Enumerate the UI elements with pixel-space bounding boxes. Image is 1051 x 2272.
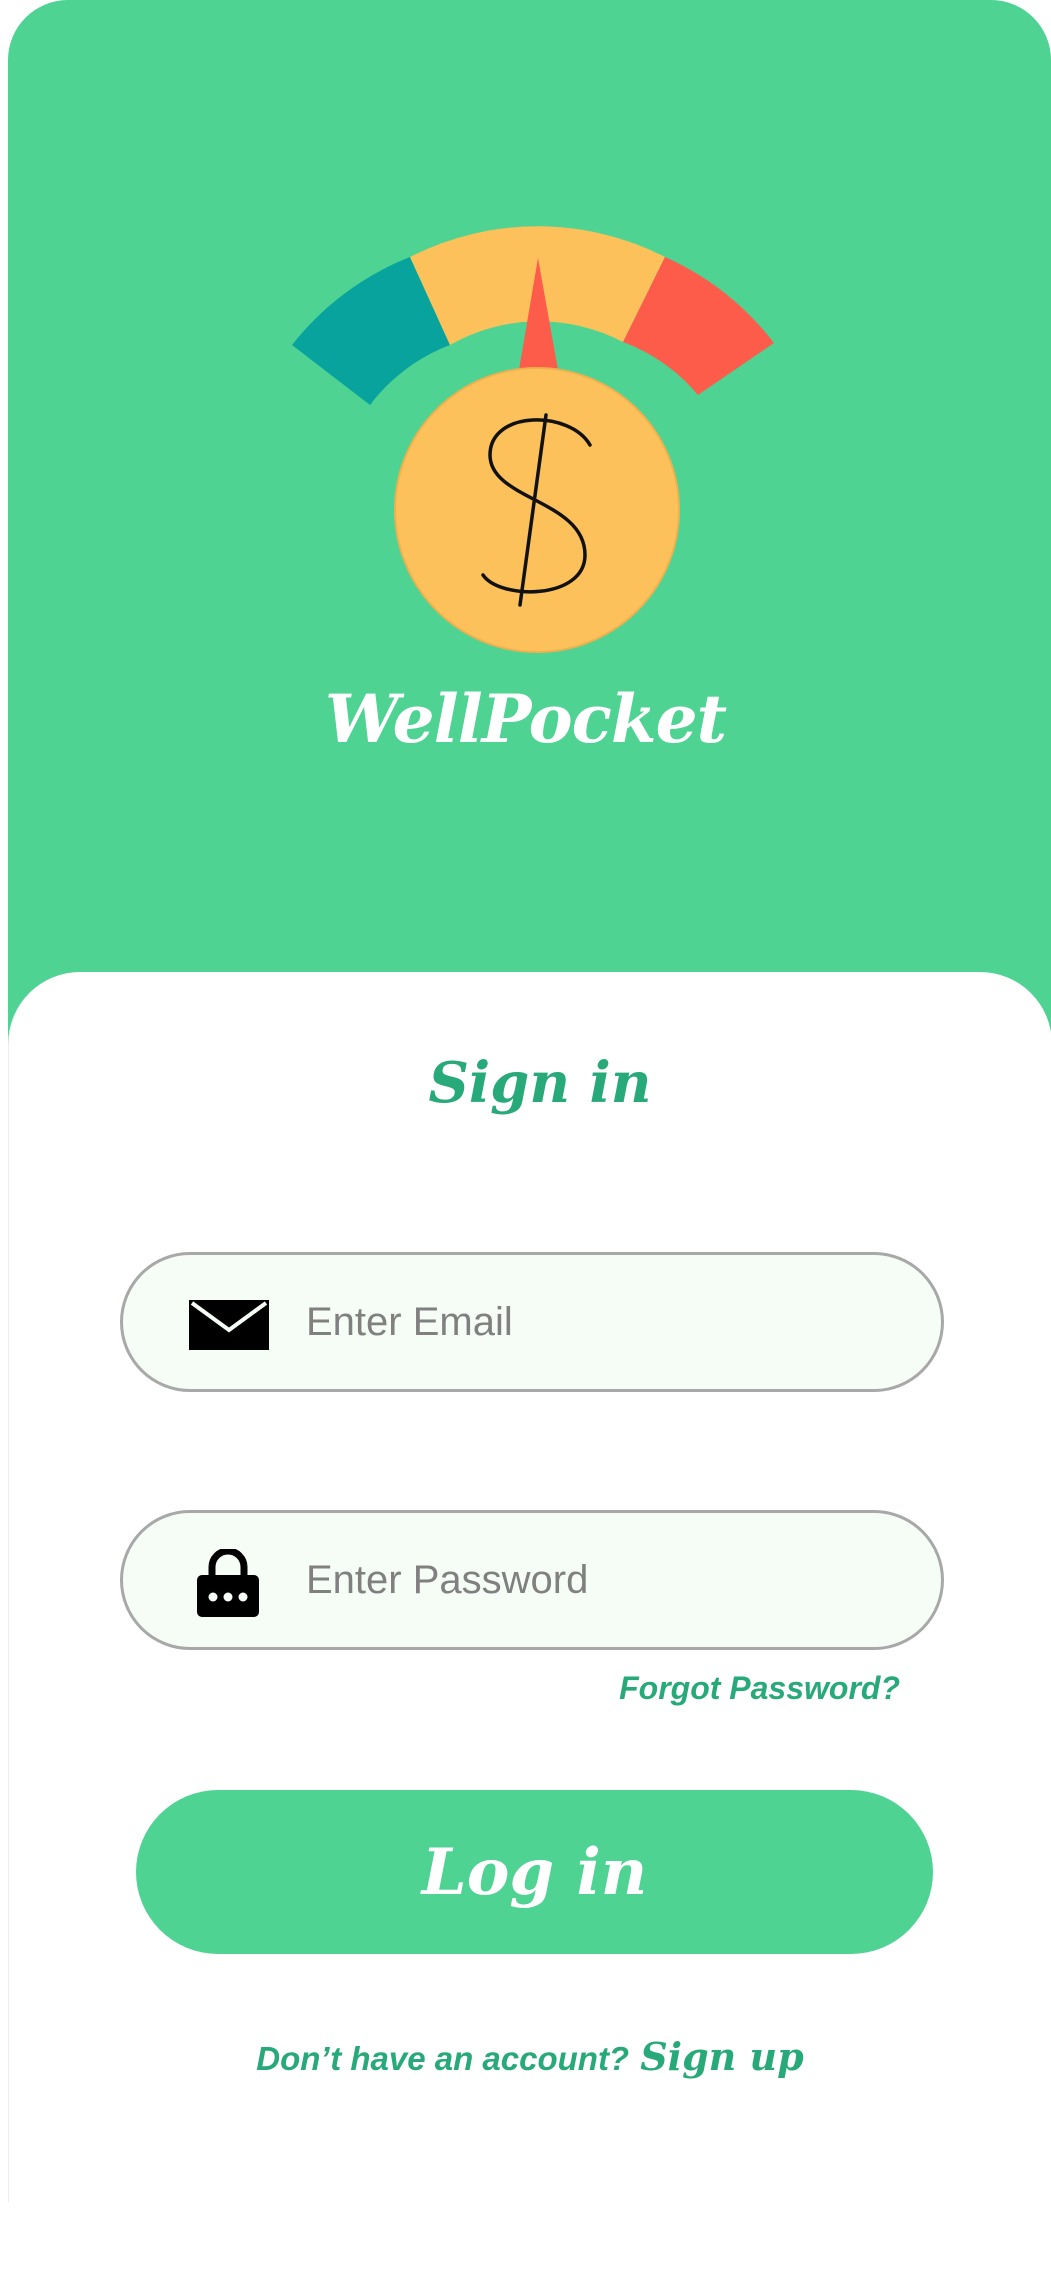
page-title: Sign in xyxy=(428,1050,652,1116)
password-field[interactable] xyxy=(120,1510,944,1650)
signup-link[interactable]: Sign up xyxy=(640,2034,804,2079)
lock-icon xyxy=(197,1549,259,1617)
email-field[interactable] xyxy=(120,1252,944,1392)
envelope-icon xyxy=(189,1300,269,1350)
signup-row: Don’t have an account? Sign up xyxy=(0,2034,1051,2079)
password-input[interactable] xyxy=(306,1513,906,1647)
signup-prompt: Don’t have an account? xyxy=(256,2040,630,2077)
money-gauge-icon xyxy=(292,226,774,653)
brand-name: WellPocket xyxy=(324,680,727,758)
login-button[interactable]: Log in xyxy=(136,1790,933,1954)
forgot-password-link[interactable]: Forgot Password? xyxy=(560,1670,900,1707)
sign-in-screen: WellPocket Sign in Forgot Password? Log … xyxy=(0,0,1051,2272)
email-input[interactable] xyxy=(306,1255,906,1389)
